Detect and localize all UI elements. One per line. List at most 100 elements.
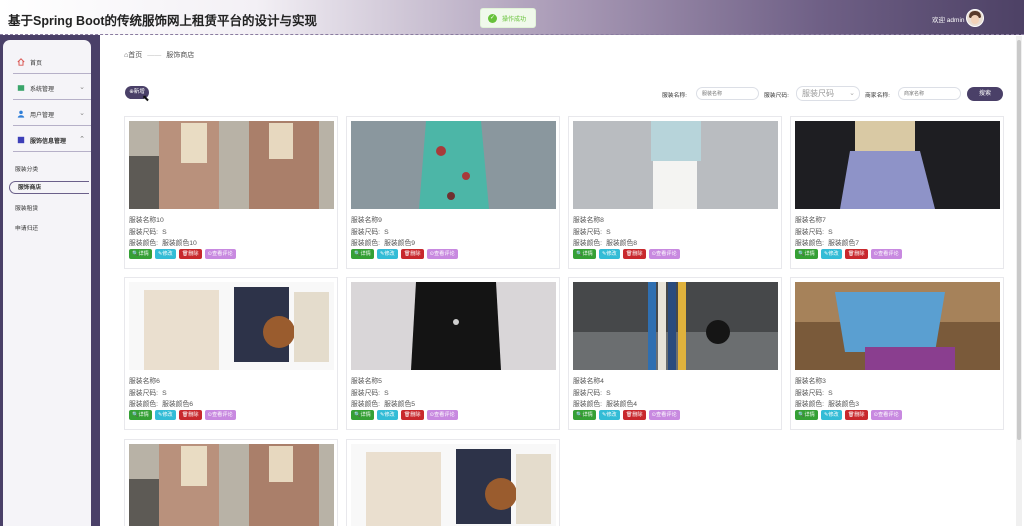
chevron-down-icon: ⌄: [79, 84, 85, 91]
scroll-thumb[interactable]: [1017, 40, 1021, 440]
view-comments-button[interactable]: ⊙查看评论: [426, 410, 458, 420]
product-color: 服装颜色3: [828, 401, 860, 408]
detail-button[interactable]: 🔍详情: [573, 410, 596, 420]
edit-button[interactable]: ✎修改: [154, 249, 176, 259]
product-image[interactable]: [351, 444, 556, 526]
app-title: 基于Spring Boot的传统服饰网上租赁平台的设计与实现: [8, 14, 318, 28]
product-name: 服装名称5: [351, 378, 382, 385]
avatar[interactable]: [966, 9, 984, 27]
detail-button[interactable]: 🔍详情: [795, 410, 818, 420]
size-label: 服装尺码:: [573, 229, 603, 236]
product-image[interactable]: [795, 121, 1000, 209]
product-color: 服装颜色8: [606, 240, 638, 247]
sidebar-item-clothing[interactable]: 服饰信息管理 ⌃: [9, 133, 89, 147]
detail-button[interactable]: 🔍详情: [573, 249, 596, 259]
product-size: S: [606, 390, 611, 397]
size-filter-label: 服装尺码:: [764, 93, 789, 99]
mouse-cursor-icon: ⬉: [142, 93, 150, 103]
sidebar-item-label: 用户管理: [30, 112, 55, 119]
view-comments-button[interactable]: ⊙查看评论: [426, 249, 458, 259]
view-comments-button[interactable]: ⊙查看评论: [648, 410, 680, 420]
product-color: 服装颜色10: [162, 240, 197, 247]
sidebar-subitem-rental[interactable]: 服装租赁: [15, 203, 38, 212]
product-card: 服装名称4 服装尺码: S 服装颜色: 服装颜色4 🔍详情 ✎修改 🗑删除 ⊙查看评…: [568, 277, 782, 430]
product-image[interactable]: [129, 282, 334, 370]
product-image[interactable]: [129, 121, 334, 209]
breadcrumb-home[interactable]: 首页: [128, 52, 142, 59]
edit-button[interactable]: ✎修改: [820, 410, 842, 420]
shop-filter-input[interactable]: [898, 87, 961, 100]
detail-button[interactable]: 🔍详情: [351, 249, 374, 259]
search-button[interactable]: 搜索: [967, 87, 1003, 101]
color-label: 服装颜色:: [795, 240, 825, 247]
detail-button[interactable]: 🔍详情: [129, 410, 152, 420]
edit-button[interactable]: ✎修改: [376, 410, 398, 420]
product-image[interactable]: [795, 282, 1000, 370]
sidebar-item-label: 系统管理: [30, 86, 55, 93]
edit-button[interactable]: ✎修改: [598, 410, 620, 420]
color-label: 服装颜色:: [795, 401, 825, 408]
product-name: 服装名称7: [795, 217, 826, 224]
delete-button[interactable]: 🗑删除: [178, 410, 202, 420]
detail-button[interactable]: 🔍详情: [129, 249, 152, 259]
product-name: 服装名称4: [573, 378, 604, 385]
delete-button[interactable]: 🗑删除: [844, 249, 868, 259]
product-image[interactable]: [573, 282, 778, 370]
product-image[interactable]: [573, 121, 778, 209]
product-size: S: [606, 229, 611, 236]
view-comments-button[interactable]: ⊙查看评论: [870, 410, 902, 420]
detail-button[interactable]: 🔍详情: [795, 249, 818, 259]
edit-button[interactable]: ✎修改: [598, 249, 620, 259]
edit-button[interactable]: ✎修改: [376, 249, 398, 259]
user-icon: [17, 110, 25, 118]
product-color: 服装颜色5: [384, 401, 416, 408]
product-image[interactable]: [351, 121, 556, 209]
product-size: S: [162, 390, 167, 397]
product-size: S: [828, 390, 833, 397]
delete-button[interactable]: 🗑删除: [622, 410, 646, 420]
product-name: 服装名称9: [351, 217, 382, 224]
product-card: 服装名称3 服装尺码: S 服装颜色: 服装颜色3 🔍详情 ✎修改 🗑删除 ⊙查看评…: [790, 277, 1004, 430]
sidebar-subitem-return[interactable]: 申请归还: [15, 223, 38, 232]
delete-button[interactable]: 🗑删除: [622, 249, 646, 259]
size-label: 服装尺码:: [129, 229, 159, 236]
sidebar-subitem-shop[interactable]: 服饰商店: [9, 181, 89, 194]
chevron-down-icon: ⌄: [79, 110, 85, 117]
product-card: 服装名称7 服装尺码: S 服装颜色: 服装颜色7 🔍详情 ✎修改 🗑删除 ⊙查看评…: [790, 116, 1004, 269]
delete-button[interactable]: 🗑删除: [844, 410, 868, 420]
view-comments-button[interactable]: ⊙查看评论: [870, 249, 902, 259]
clothing-icon: [17, 136, 25, 144]
color-label: 服装颜色:: [129, 401, 159, 408]
product-image[interactable]: [129, 444, 334, 526]
sidebar-subitem-category[interactable]: 服装分类: [15, 164, 38, 173]
size-label: 服装尺码:: [351, 390, 381, 397]
sidebar-item-users[interactable]: 用户管理 ⌄: [9, 107, 89, 121]
check-icon: ✓: [488, 13, 497, 23]
toast-text: 操作成功: [502, 16, 527, 23]
sidebar-item-label: 服饰信息管理: [30, 138, 67, 145]
size-filter-select[interactable]: 服装尺码 ⌄: [796, 86, 860, 101]
sidebar-item-home[interactable]: 首页: [9, 55, 89, 69]
delete-button[interactable]: 🗑删除: [178, 249, 202, 259]
view-comments-button[interactable]: ⊙查看评论: [648, 249, 680, 259]
system-icon: [17, 85, 25, 91]
name-filter-input[interactable]: [696, 87, 759, 100]
view-comments-button[interactable]: ⊙查看评论: [204, 410, 236, 420]
product-image[interactable]: [351, 282, 556, 370]
edit-button[interactable]: ✎修改: [154, 410, 176, 420]
product-card: [346, 439, 560, 526]
product-size: S: [162, 229, 167, 236]
product-size: S: [828, 229, 833, 236]
color-label: 服装颜色:: [351, 240, 381, 247]
size-label: 服装尺码:: [351, 229, 381, 236]
chevron-down-icon: ⌄: [849, 90, 855, 97]
page-scrollbar[interactable]: [1016, 36, 1022, 526]
delete-button[interactable]: 🗑删除: [400, 410, 424, 420]
edit-button[interactable]: ✎修改: [820, 249, 842, 259]
breadcrumb-current: 服饰商店: [166, 52, 195, 59]
view-comments-button[interactable]: ⊙查看评论: [204, 249, 236, 259]
name-filter-label: 服装名称:: [662, 93, 687, 99]
delete-button[interactable]: 🗑删除: [400, 249, 424, 259]
detail-button[interactable]: 🔍详情: [351, 410, 374, 420]
sidebar-item-system[interactable]: 系统管理 ⌄: [9, 81, 89, 95]
